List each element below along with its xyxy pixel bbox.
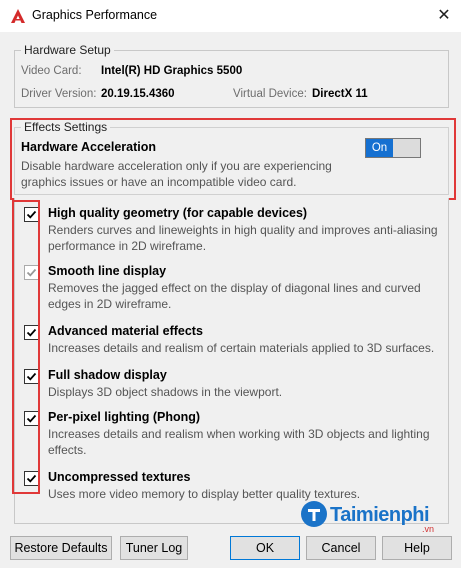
watermark-t-icon <box>301 501 327 527</box>
driver-version-label: Driver Version: <box>21 88 97 100</box>
virtual-device-label: Virtual Device: <box>233 88 307 100</box>
option-title: Per-pixel lighting (Phong) <box>48 410 201 424</box>
option-description: Increases details and realism of certain… <box>48 341 435 355</box>
virtual-device-value: DirectX 11 <box>312 88 368 100</box>
option-description: Renders curves and lineweights in high q… <box>48 223 438 253</box>
hardware-setup-legend: Hardware Setup <box>21 43 114 57</box>
option-description: Displays 3D object shadows in the viewpo… <box>48 385 283 399</box>
option-title: Smooth line display <box>48 264 167 278</box>
highlight-box-checkboxes <box>12 200 40 494</box>
watermark-logo: Taimienphi .vn <box>300 498 450 536</box>
restore-defaults-button[interactable]: Restore Defaults <box>10 536 112 560</box>
watermark-suffix: .vn <box>422 524 435 534</box>
help-button[interactable]: Help <box>382 536 452 560</box>
video-card-value: Intel(R) HD Graphics 5500 <box>101 65 243 77</box>
video-card-label: Video Card: <box>21 65 82 77</box>
window-title: Graphics Performance <box>32 8 158 22</box>
option-title: Advanced material effects <box>48 324 203 338</box>
ok-button[interactable]: OK <box>230 536 300 560</box>
autocad-logo-icon <box>11 9 25 23</box>
tuner-log-button[interactable]: Tuner Log <box>120 536 188 560</box>
watermark-text: Taimienphi <box>330 504 430 526</box>
close-button[interactable]: ✕ <box>432 4 456 28</box>
option-title: High quality geometry (for capable devic… <box>48 206 308 220</box>
option-title: Uncompressed textures <box>48 470 191 484</box>
option-description: Increases details and realism when worki… <box>48 427 430 457</box>
driver-version-value: 20.19.15.4360 <box>101 88 175 100</box>
option-description: Removes the jagged effect on the display… <box>48 281 421 311</box>
options-list: High quality geometry (for capable devic… <box>14 198 449 524</box>
highlight-box-effects <box>10 118 456 200</box>
option-title: Full shadow display <box>48 368 167 382</box>
cancel-button[interactable]: Cancel <box>306 536 376 560</box>
hardware-setup-group: Hardware Setup Video Card: Intel(R) HD G… <box>14 43 449 108</box>
title-bar: Graphics Performance ✕ <box>0 0 461 32</box>
